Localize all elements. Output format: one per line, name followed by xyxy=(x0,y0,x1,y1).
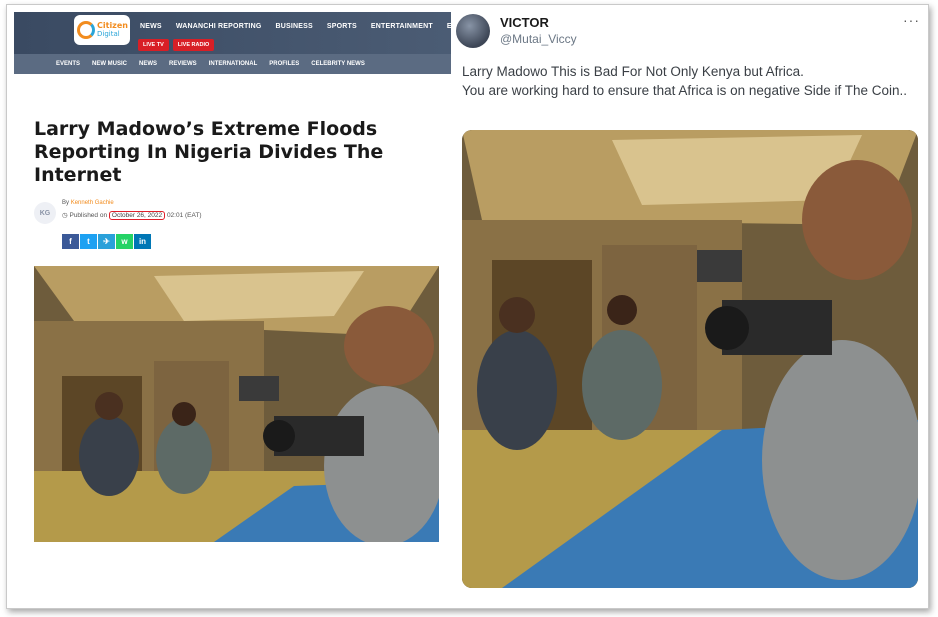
subnav-item-celebrity-news[interactable]: CELEBRITY NEWS xyxy=(311,61,365,67)
clock-icon: ◷ xyxy=(62,212,68,219)
main-nav: NEWS WANANCHI REPORTING BUSINESS SPORTS … xyxy=(140,23,483,30)
sub-nav: EVENTS NEW MUSIC NEWS REVIEWS INTERNATIO… xyxy=(14,54,451,74)
facebook-share-icon[interactable]: f xyxy=(62,234,79,249)
citizen-digital-logo[interactable]: Citizen Digital xyxy=(74,15,130,45)
nav-item-news[interactable]: NEWS xyxy=(140,23,162,30)
article-panel: Citizen Digital NEWS WANANCHI REPORTING … xyxy=(14,12,483,552)
logo-mark-icon xyxy=(77,21,95,39)
nav-item-wananchi-reporting[interactable]: WANANCHI REPORTING xyxy=(176,23,262,30)
whatsapp-share-icon[interactable]: w xyxy=(116,234,133,249)
tweet-text-line-1: Larry Madowo This is Bad For Not Only Ke… xyxy=(462,64,804,79)
nav-item-business[interactable]: BUSINESS xyxy=(275,23,312,30)
more-dots-icon[interactable]: ··· xyxy=(903,12,920,28)
subnav-item-events[interactable]: EVENTS xyxy=(56,61,80,67)
nav-item-sports[interactable]: SPORTS xyxy=(327,23,357,30)
published-date: October 26, 2022 xyxy=(108,211,166,220)
tweet-text-line-2: You are working hard to ensure that Afri… xyxy=(462,83,908,98)
author-avatar: KG xyxy=(34,202,56,224)
share-buttons: f t ✈ w in xyxy=(62,234,151,249)
linkedin-share-icon[interactable]: in xyxy=(134,234,151,249)
published-time: 02:01 (EAT) xyxy=(166,212,202,219)
live-radio-button[interactable]: LIVE RADIO xyxy=(172,39,215,51)
nav-item-entertainment[interactable]: ENTERTAINMENT xyxy=(371,23,433,30)
live-buttons: LIVE TV LIVE RADIO xyxy=(138,39,215,51)
subnav-item-reviews[interactable]: REVIEWS xyxy=(169,61,197,67)
tweet-text: Larry Madowo This is Bad For Not Only Ke… xyxy=(462,62,912,100)
byline: By Kenneth Gachie xyxy=(62,200,114,206)
published-info: ◷ Published on October 26, 2022 02:01 (E… xyxy=(62,211,202,220)
tweet-author-handle[interactable]: @Mutai_Viccy xyxy=(500,32,577,46)
live-tv-button[interactable]: LIVE TV xyxy=(138,39,169,51)
telegram-share-icon[interactable]: ✈ xyxy=(98,234,115,249)
subnav-item-new-music[interactable]: NEW MUSIC xyxy=(92,61,127,67)
published-label: Published on xyxy=(69,212,108,219)
tweet-photo[interactable] xyxy=(462,130,918,588)
site-header: Citizen Digital NEWS WANANCHI REPORTING … xyxy=(14,12,483,54)
logo-brand: Citizen xyxy=(97,21,128,30)
subnav-item-international[interactable]: INTERNATIONAL xyxy=(209,61,258,67)
subnav-item-news[interactable]: NEWS xyxy=(139,61,157,67)
twitter-share-icon[interactable]: t xyxy=(80,234,97,249)
author-link[interactable]: Kenneth Gachie xyxy=(71,200,114,206)
article-photo xyxy=(34,266,439,542)
tweet-author-avatar[interactable] xyxy=(456,14,490,48)
tweet-author-name[interactable]: VICTOR xyxy=(500,15,549,30)
logo-sub: Digital xyxy=(97,30,120,38)
subnav-item-profiles[interactable]: PROFILES xyxy=(269,61,299,67)
article-headline: Larry Madowo’s Extreme Floods Reporting … xyxy=(34,118,384,186)
by-label: By xyxy=(62,200,70,206)
